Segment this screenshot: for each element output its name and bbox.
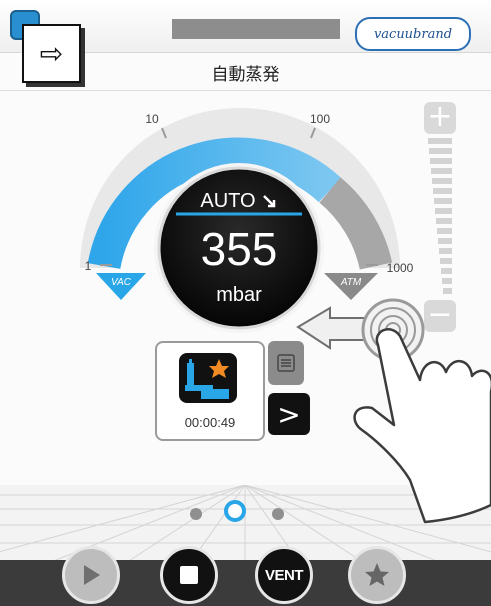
pressure-slider[interactable]: + − [424,102,456,332]
chevron-right-icon[interactable]: > [268,393,310,435]
star-icon [365,563,389,586]
stop-icon [180,566,198,584]
page-dot[interactable] [190,508,202,520]
scale-label-100: 100 [310,112,330,126]
page-dot-active[interactable] [224,500,246,522]
pressure-value: 355 [201,223,278,275]
page-indicator [190,498,290,528]
plus-icon[interactable]: + [424,102,456,134]
favorite-button[interactable] [348,546,406,604]
play-icon [84,565,100,585]
vent-label: VENT [264,566,304,584]
list-icon[interactable] [268,341,304,385]
evaporation-method-icon [179,353,237,403]
stop-button[interactable] [160,546,218,604]
mode-label: AUTO [200,190,255,212]
method-card[interactable]: 00:00:49 [155,341,265,441]
slider-track[interactable] [428,138,452,296]
pressure-unit: mbar [216,284,262,306]
minus-icon[interactable]: − [424,300,456,332]
page-dot[interactable] [272,508,284,520]
vac-label: VAC [111,277,132,288]
atm-label: ATM [340,277,362,288]
scale-label-1000: 1000 [387,261,414,275]
method-timer: 00:00:49 [184,415,236,430]
scale-label-1: 1 [85,259,92,273]
vent-button[interactable]: VENT [255,546,313,604]
app-screen: vacuubrand 自動蒸発 ⇨ VAC ATM 1 10 100 1000 … [0,0,491,606]
play-button[interactable] [62,546,120,604]
scale-label-10: 10 [145,112,159,126]
